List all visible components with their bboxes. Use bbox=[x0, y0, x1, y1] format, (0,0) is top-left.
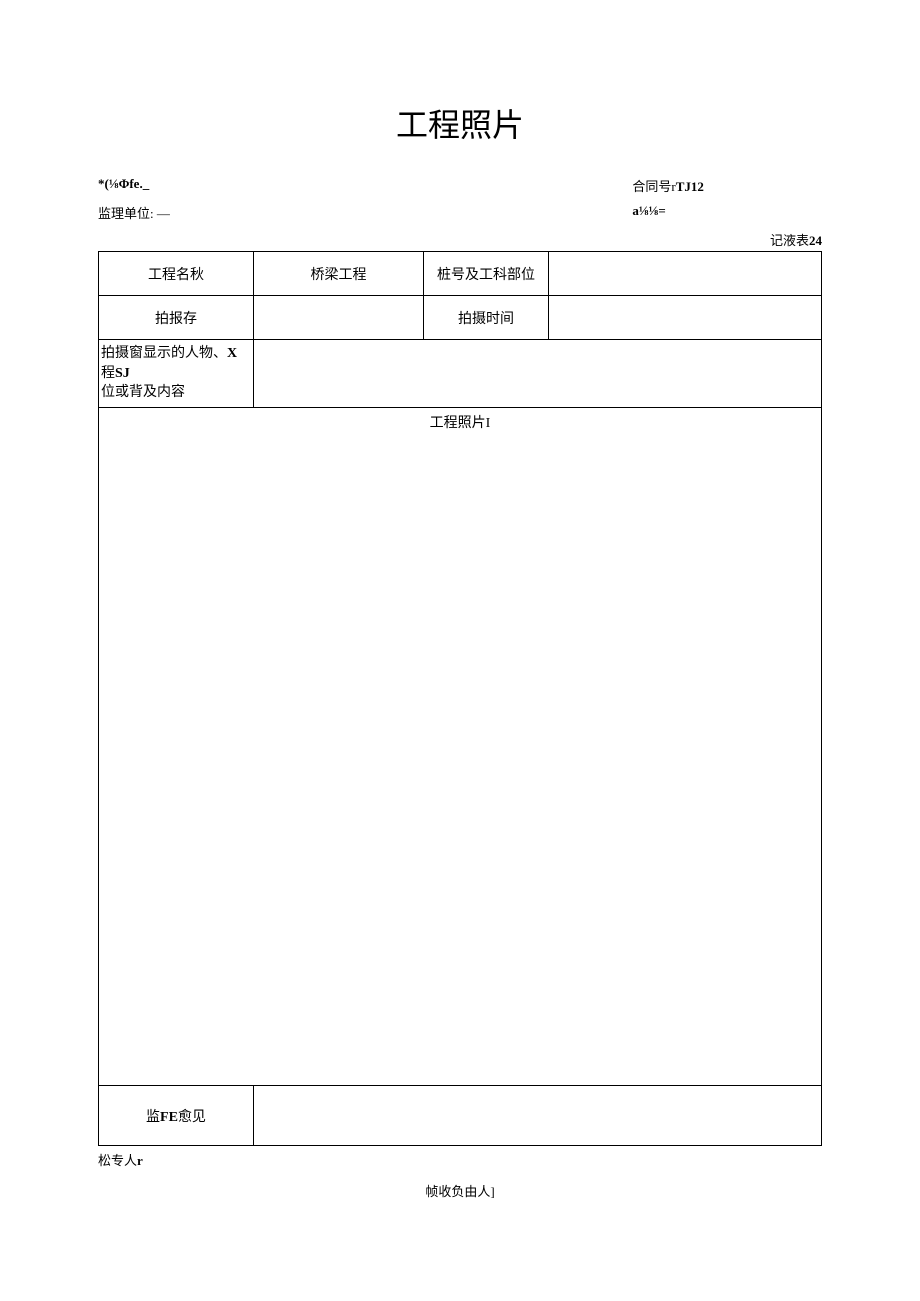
content-label-bold1: X bbox=[227, 346, 237, 361]
content-label-text1b: 程 bbox=[101, 366, 115, 381]
content-value bbox=[254, 340, 822, 408]
opinion-label: 监FE愈见 bbox=[99, 1086, 254, 1146]
shoot-time-label: 拍摄时间 bbox=[424, 296, 549, 340]
table-note-label: 记液表 bbox=[770, 233, 809, 248]
supervisor-label: 监理单位: bbox=[98, 206, 154, 221]
footer-line-1: 松专人r bbox=[98, 1150, 870, 1169]
content-label-text2: 位或背及内容 bbox=[101, 385, 185, 400]
opinion-value bbox=[254, 1086, 822, 1146]
photo-area bbox=[99, 436, 822, 1086]
opinion-label-pre: 监 bbox=[146, 1110, 160, 1125]
shoot-time-value bbox=[549, 296, 822, 340]
report-value bbox=[254, 296, 424, 340]
content-label: 拍摄窗显示的人物、X 程SJ 位或背及内容 bbox=[99, 340, 254, 408]
header-left-1: *(⅛Φfe._ bbox=[98, 176, 149, 191]
photo-title-row: 工程照片I bbox=[99, 407, 822, 436]
page-title: 工程照片 bbox=[50, 100, 870, 146]
form-table: 工程名秋 桥梁工程 桩号及工科部位 拍报存 拍摄时间 拍摄窗显示的人物、X 程SJ… bbox=[98, 251, 822, 1146]
table-row: 拍报存 拍摄时间 bbox=[99, 296, 822, 340]
table-note: 记液表24 bbox=[50, 230, 870, 249]
supervisor-value: — bbox=[157, 206, 170, 221]
project-name-value: 桥梁工程 bbox=[254, 252, 424, 296]
opinion-label-bold: FE bbox=[160, 1110, 178, 1125]
footer1-text: 松专人 bbox=[98, 1153, 137, 1168]
table-row: 工程名秋 桥梁工程 桩号及工科部位 bbox=[99, 252, 822, 296]
opinion-label-post: 愈见 bbox=[178, 1110, 206, 1125]
pile-label: 桩号及工科部位 bbox=[424, 252, 549, 296]
photo-body-row bbox=[99, 436, 822, 1086]
content-label-bold2: SJ bbox=[115, 366, 130, 381]
photo-section-title: 工程照片I bbox=[99, 407, 822, 436]
header-right-2: a⅛⅛= bbox=[632, 203, 665, 218]
content-label-text1: 拍摄窗显示的人物、 bbox=[101, 346, 227, 361]
header-info-row-2: 监理单位: — a⅛⅛= bbox=[50, 203, 870, 222]
pile-value bbox=[549, 252, 822, 296]
table-row: 监FE愈见 bbox=[99, 1086, 822, 1146]
header-info-row-1: *(⅛Φfe._ 合同号rTJ12 bbox=[50, 176, 870, 195]
report-label: 拍报存 bbox=[99, 296, 254, 340]
table-row: 拍摄窗显示的人物、X 程SJ 位或背及内容 bbox=[99, 340, 822, 408]
project-name-label: 工程名秋 bbox=[99, 252, 254, 296]
contract-label: 合同号r bbox=[632, 179, 675, 194]
contract-number: TJ12 bbox=[676, 179, 704, 194]
table-note-num: 24 bbox=[809, 233, 822, 248]
footer-line-2: 帧收负由人] bbox=[50, 1181, 870, 1200]
footer1-bold: r bbox=[137, 1153, 143, 1168]
